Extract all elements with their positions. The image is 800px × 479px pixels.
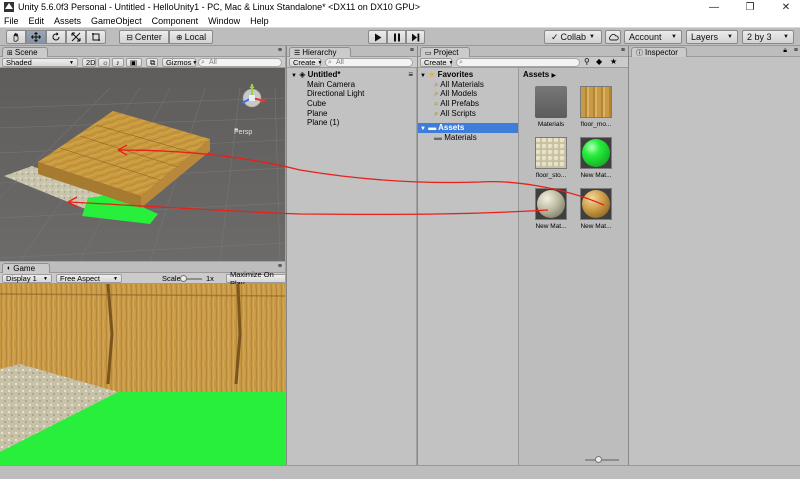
annotation-arrow-stone <box>67 201 549 216</box>
annotation-arrows <box>67 144 605 216</box>
annotation-overlay <box>67 144 605 216</box>
annotation-arrow-wood <box>117 149 605 206</box>
